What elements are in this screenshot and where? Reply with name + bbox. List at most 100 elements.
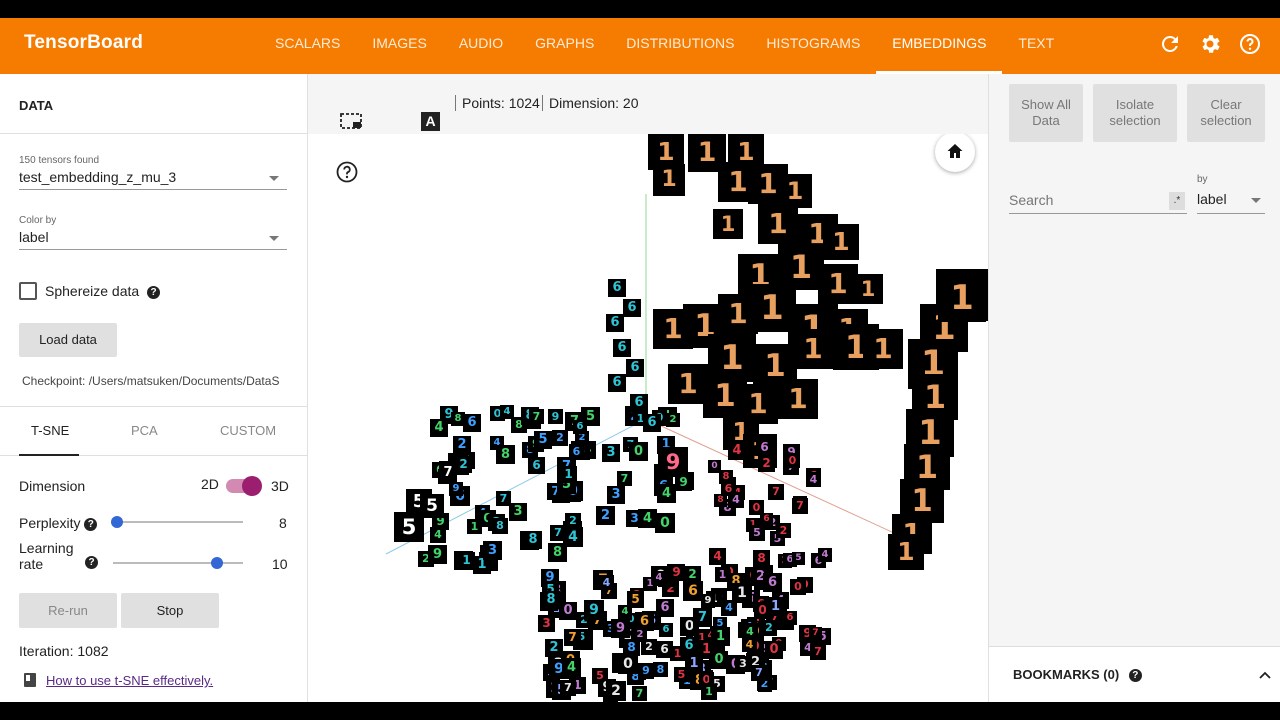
embedding-point[interactable]: 1	[888, 534, 924, 570]
embedding-point[interactable]: 1	[701, 684, 717, 700]
chevron-up-icon[interactable]	[1259, 671, 1271, 679]
refresh-icon[interactable]	[1158, 32, 1182, 56]
embedding-point[interactable]: 5	[420, 494, 444, 518]
embedding-point[interactable]: 6	[659, 623, 673, 637]
embedding-point[interactable]: 4	[721, 600, 737, 616]
embedding-point[interactable]: 7	[550, 525, 566, 541]
embedding-point[interactable]: 0	[785, 453, 800, 468]
embedding-point[interactable]: 6	[630, 394, 648, 412]
embedding-point[interactable]: 1	[711, 627, 730, 646]
embedding-point[interactable]: 0	[710, 651, 728, 669]
embedding-point[interactable]: 6	[528, 457, 545, 474]
embedding-point[interactable]: 1	[653, 164, 685, 196]
embedding-point[interactable]: 4	[728, 492, 744, 508]
embedding-point[interactable]: 1	[668, 364, 708, 404]
embedding-point[interactable]: 7	[693, 608, 712, 627]
help-icon[interactable]: ?	[147, 285, 161, 299]
embedding-point[interactable]: 2	[684, 566, 701, 583]
embedding-point[interactable]: 2	[776, 523, 791, 538]
embedding-point[interactable]: 8	[653, 662, 668, 677]
embedding-point[interactable]: 7	[632, 686, 647, 701]
embedding-point[interactable]: 9	[638, 663, 654, 679]
embedding-point[interactable]: 7	[496, 491, 511, 506]
embedding-point[interactable]: 1	[758, 204, 798, 244]
embedding-point[interactable]: 4	[652, 571, 666, 585]
embedding-point[interactable]: 7	[768, 484, 784, 500]
embedding-point[interactable]: 1	[467, 519, 482, 534]
night-mode-icon[interactable]	[382, 112, 400, 130]
tab-pca[interactable]: PCA	[131, 423, 158, 438]
tab-scalars[interactable]: SCALARS	[259, 18, 356, 74]
embedding-point[interactable]: 6	[643, 414, 661, 432]
selection-box-icon[interactable]	[340, 113, 362, 129]
embedding-point[interactable]: 2	[596, 506, 615, 525]
embedding-point[interactable]: 5	[749, 525, 765, 541]
perplexity-slider-handle[interactable]	[111, 516, 123, 528]
embedding-point[interactable]: 7	[564, 629, 581, 646]
tab-histograms[interactable]: HISTOGRAMS	[750, 18, 876, 74]
embedding-point[interactable]: 4	[430, 527, 446, 543]
tab-embeddings[interactable]: EMBEDDINGS	[876, 18, 1003, 74]
embedding-point[interactable]: 4	[430, 419, 448, 437]
tab-text[interactable]: TEXT	[1002, 18, 1070, 74]
embedding-point[interactable]: 8	[451, 412, 465, 426]
embedding-point[interactable]: 2	[641, 639, 657, 655]
search-input[interactable]	[1009, 192, 1159, 208]
embedding-point[interactable]: 7	[617, 471, 632, 486]
embedding-point[interactable]: 6	[680, 637, 698, 655]
tab-distributions[interactable]: DISTRIBUTIONS	[610, 18, 750, 74]
embedding-point[interactable]: 6	[608, 374, 626, 392]
embedding-point[interactable]: 6	[606, 314, 624, 332]
help-icon[interactable]: ?	[84, 517, 98, 531]
dimension-toggle[interactable]	[226, 476, 262, 496]
help-icon[interactable]: ?	[85, 556, 98, 569]
rerun-button[interactable]: Re-run	[19, 593, 117, 628]
embedding-point[interactable]: 1	[778, 174, 812, 208]
tab-audio[interactable]: AUDIO	[443, 18, 519, 74]
embedding-point[interactable]: 3	[602, 444, 620, 462]
color-by-select[interactable]: Color by label	[19, 215, 287, 250]
embedding-point[interactable]: 1	[823, 224, 859, 260]
embedding-point[interactable]: 9	[611, 619, 630, 638]
embedding-point[interactable]: 3	[538, 615, 555, 632]
embedding-point[interactable]: 4	[806, 472, 821, 487]
help-icon[interactable]	[336, 161, 358, 183]
embedding-point[interactable]: 7	[810, 644, 826, 660]
embedding-point[interactable]: 7	[529, 409, 544, 424]
embedding-point[interactable]: 5	[792, 552, 805, 565]
embedding-point[interactable]: 8	[753, 550, 770, 567]
embedding-point[interactable]: 1	[938, 274, 986, 322]
help-icon[interactable]: ?	[1128, 669, 1142, 683]
embedding-point[interactable]: 6	[569, 444, 584, 459]
learning-rate-slider-handle[interactable]	[211, 557, 223, 569]
embedding-point[interactable]: 6	[756, 439, 773, 456]
embedding-point[interactable]: 9	[668, 564, 685, 581]
embedding-point[interactable]: 0	[655, 513, 675, 533]
embedding-point[interactable]: 0	[749, 500, 764, 515]
learning-rate-slider[interactable]	[113, 562, 243, 564]
embedding-point[interactable]: 1	[778, 379, 818, 419]
embedding-point[interactable]: 9	[701, 594, 715, 608]
load-data-button[interactable]: Load data	[19, 323, 117, 357]
embedding-point[interactable]: 1	[560, 466, 577, 483]
embedding-point[interactable]: 1	[853, 274, 883, 304]
embedding-point[interactable]: 5	[534, 431, 552, 449]
embedding-point[interactable]: 1	[818, 264, 858, 304]
sphereize-checkbox[interactable]	[19, 282, 37, 300]
embedding-point[interactable]: 2	[666, 413, 680, 427]
embedding-point[interactable]: 0	[708, 460, 721, 473]
embedding-point[interactable]: 1	[793, 329, 833, 369]
embedding-point[interactable]: 6	[623, 299, 641, 317]
embedding-point[interactable]: 4	[599, 575, 614, 590]
show-all-data-button[interactable]: Show All Data	[1009, 84, 1083, 142]
embedding-point[interactable]: 5	[674, 667, 689, 682]
embedding-point[interactable]: 6	[656, 599, 674, 617]
embedding-point[interactable]: 3	[735, 656, 751, 672]
embedding-point[interactable]: 7	[751, 665, 767, 681]
settings-icon[interactable]	[1198, 32, 1222, 56]
embedding-point[interactable]: 6	[783, 611, 797, 625]
embedding-point[interactable]: 6	[626, 359, 644, 377]
embedding-point[interactable]: 9	[428, 545, 447, 564]
embedding-point[interactable]: 9	[449, 482, 463, 496]
clear-selection-button[interactable]: Clear selection	[1187, 84, 1265, 142]
